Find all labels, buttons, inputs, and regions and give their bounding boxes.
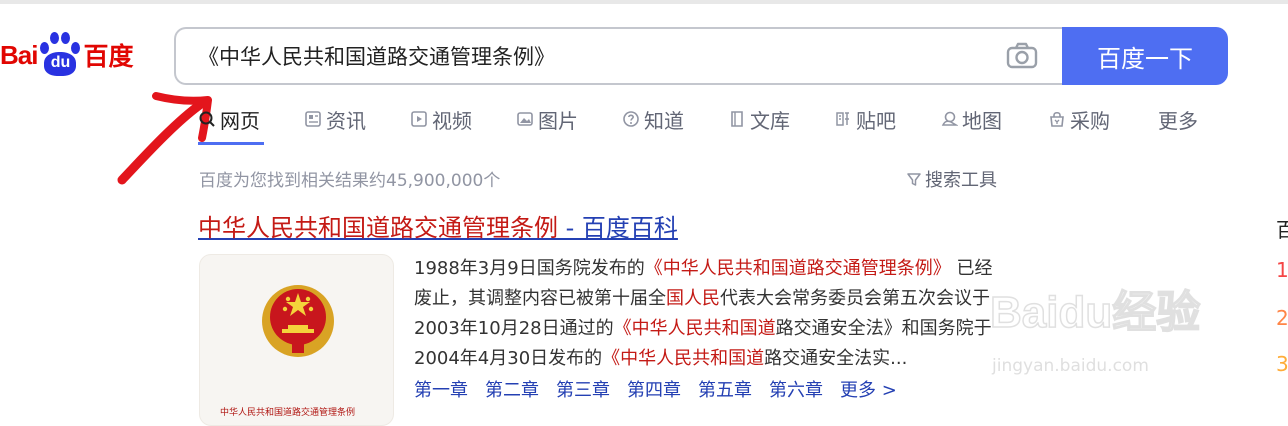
tab-label: 贴吧 <box>856 108 896 133</box>
search-icon <box>199 111 215 127</box>
chapter-link[interactable]: 第五章 <box>698 376 752 402</box>
abstract-text: 代表大会常务委员会第五次会议于 <box>720 288 990 309</box>
tieba-icon <box>836 112 849 126</box>
tab-label: 知道 <box>644 108 684 133</box>
chapter-links: 第一章 第二章 第三章 第四章 第五章 第六章 更多 > <box>414 376 914 402</box>
paw-icon: du <box>38 32 82 78</box>
result-abstract: 1988年3月9日国务院发布的《中华人民共和国道路交通管理条例》 已经 废止，其… <box>414 254 1074 374</box>
tab-label: 文库 <box>750 108 790 133</box>
sidebar-rank-3[interactable]: 3 <box>1276 352 1288 376</box>
chapter-link[interactable]: 第一章 <box>414 376 468 402</box>
tab-wenku[interactable]: 文库 <box>728 104 790 134</box>
tab-label: 采购 <box>1070 108 1110 133</box>
tab-zhidao[interactable]: 知道 <box>622 104 684 134</box>
abstract-highlight: 《中华人民共和国道 <box>613 318 776 339</box>
sidebar-clipped-title: 百 <box>1276 218 1288 242</box>
tab-label: 网页 <box>220 108 260 133</box>
abstract-text: 路交通安全法实... <box>764 348 908 369</box>
abstract-text: 1988年3月9日国务院发布的 <box>414 258 645 279</box>
search-box <box>174 27 1062 85</box>
abstract-text: 废止，其调整内容已被第十届全 <box>414 288 666 309</box>
tab-more[interactable]: 更多 <box>1158 104 1198 134</box>
document-icon <box>731 111 743 127</box>
chapter-link[interactable]: 第六章 <box>769 376 823 402</box>
chapter-link[interactable]: 第四章 <box>627 376 681 402</box>
chapter-more-link[interactable]: 更多 > <box>840 376 897 402</box>
abstract-line: 1988年3月9日国务院发布的《中华人民共和国道路交通管理条例》 已经 <box>414 254 1074 284</box>
sidebar-rank-2[interactable]: 2 <box>1276 306 1288 330</box>
abstract-text: 2003年10月28日通过的 <box>414 318 614 339</box>
abstract-text: 已经 <box>950 258 993 279</box>
question-icon <box>623 111 639 127</box>
tab-label: 更多 <box>1158 108 1198 133</box>
tab-map[interactable]: 地图 <box>940 104 1002 134</box>
abstract-line: 2003年10月28日通过的《中华人民共和国道路交通安全法》和国务院于 <box>414 314 1074 344</box>
sidebar-rank-1[interactable]: 1 <box>1276 258 1288 282</box>
camera-icon[interactable] <box>1006 42 1038 70</box>
top-border <box>0 0 1288 4</box>
tab-purchase[interactable]: 采购 <box>1048 104 1110 134</box>
search-button[interactable]: 百度一下 <box>1062 27 1228 85</box>
active-tab-indicator <box>198 142 264 145</box>
chapter-link[interactable]: 第三章 <box>556 376 610 402</box>
tab-news[interactable]: 资讯 <box>304 104 366 134</box>
abstract-line: 2004年4月30日发布的《中华人民共和国道路交通安全法实... <box>414 344 1074 374</box>
search-tools-label: 搜索工具 <box>925 170 997 191</box>
result-title-highlight: 中华人民共和国道路交通管理条例 <box>198 214 558 242</box>
abstract-text: 路交通安全法》和国务院于 <box>775 318 992 339</box>
result-thumbnail[interactable]: 中华人民共和国道路交通管理条例 <box>199 254 394 426</box>
tab-images[interactable]: 图片 <box>516 104 578 134</box>
national-emblem-image <box>262 285 334 357</box>
tab-label: 视频 <box>432 108 472 133</box>
search-tools-button[interactable]: 搜索工具 <box>906 166 997 192</box>
logo-text-cn: 百度 <box>83 42 134 71</box>
tab-web[interactable]: 网页 <box>198 104 260 134</box>
tab-label: 地图 <box>962 108 1002 133</box>
news-icon <box>305 111 321 127</box>
result-count: 百度为您找到相关结果约45,900,000个 <box>199 171 501 191</box>
filter-icon <box>907 173 921 186</box>
baidu-logo[interactable]: Bai du 百度 <box>0 30 133 80</box>
video-icon <box>411 111 427 127</box>
search-input[interactable] <box>198 37 988 75</box>
abstract-highlight: 《中华人民共和国道 <box>602 348 765 369</box>
tab-label: 资讯 <box>326 108 366 133</box>
result-title-suffix: - 百度百科 <box>558 214 678 242</box>
thumbnail-caption: 中华人民共和国道路交通管理条例 <box>220 408 356 418</box>
abstract-text: 2004年4月30日发布的 <box>414 348 603 369</box>
abstract-highlight: 国人民 <box>666 288 720 309</box>
chapter-link[interactable]: 第二章 <box>485 376 539 402</box>
image-icon <box>517 112 533 126</box>
tab-label: 图片 <box>538 108 578 133</box>
tab-video[interactable]: 视频 <box>410 104 472 134</box>
abstract-line: 废止，其调整内容已被第十届全国人民代表大会常务委员会第五次会议于 <box>414 284 1074 314</box>
logo-text-du: du <box>44 52 77 76</box>
result-title-link[interactable]: 中华人民共和国道路交通管理条例 - 百度百科 <box>198 208 678 243</box>
logo-text-bai: Bai <box>0 39 38 70</box>
abstract-highlight: 《中华人民共和国道路交通管理条例》 <box>644 258 951 279</box>
tab-tieba[interactable]: 贴吧 <box>834 104 896 134</box>
map-pin-icon <box>941 111 958 126</box>
shopping-icon <box>1050 111 1064 127</box>
